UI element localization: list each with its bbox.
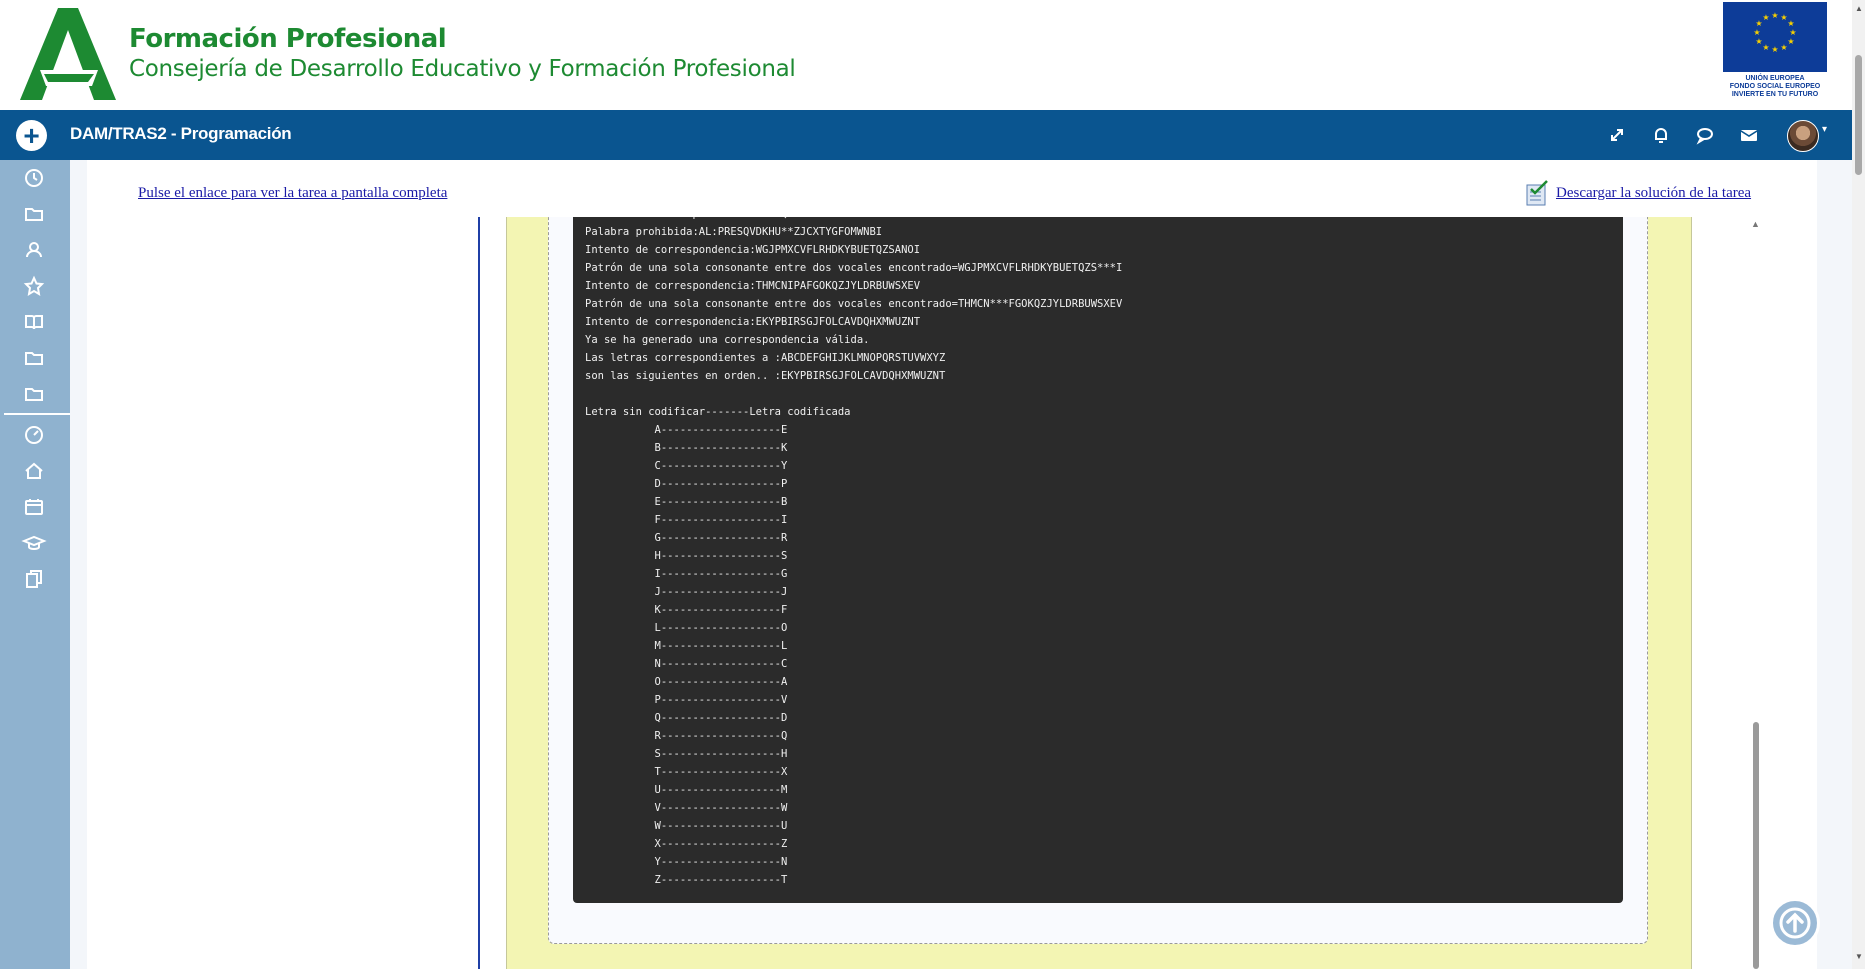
- home-icon[interactable]: [21, 458, 47, 484]
- org-subtitle: Consejería de Desarrollo Educativo y For…: [129, 56, 796, 82]
- course-title[interactable]: DAM/TRAS2 - Programación: [70, 124, 292, 144]
- console-text: Intento de correspondencia:PRESQVDKHUAZJ…: [585, 217, 1123, 886]
- full-screen-link[interactable]: Pulse el enlace para ver la tarea a pant…: [138, 185, 447, 202]
- top-navbar: + DAM/TRAS2 - Programación ▾: [0, 110, 1852, 160]
- add-button[interactable]: +: [16, 120, 47, 151]
- dashboard-icon[interactable]: [21, 422, 47, 448]
- sidebar-divider: [4, 413, 70, 415]
- frame-scrollbar[interactable]: ▲: [1749, 217, 1763, 969]
- sidebar: [0, 160, 70, 969]
- eu-flag-icon: ★ ★★ ★★★ ★★★ ★★★: [1723, 2, 1827, 72]
- task-frame: Intento de correspondencia:PRESQVDKHUAZJ…: [478, 217, 1767, 969]
- download-solution-link[interactable]: Descargar la solución de la tarea: [1556, 185, 1751, 202]
- clock-icon[interactable]: [21, 165, 47, 191]
- folder-icon[interactable]: [21, 201, 47, 227]
- svg-text:★: ★: [1753, 28, 1760, 37]
- site-header: Formación Profesional Consejería de Desa…: [0, 0, 1865, 110]
- scroll-up-icon[interactable]: ▲: [1855, 4, 1863, 13]
- back-to-top-button[interactable]: [1770, 898, 1820, 948]
- users-icon[interactable]: [21, 237, 47, 263]
- graduation-cap-icon[interactable]: [21, 530, 47, 556]
- scroll-up-icon[interactable]: ▲: [1751, 219, 1760, 229]
- arrow-up-circle-icon: [1779, 907, 1811, 939]
- book-icon[interactable]: [21, 309, 47, 335]
- svg-text:★: ★: [1762, 13, 1769, 22]
- scroll-down-icon[interactable]: ▼: [1855, 952, 1863, 961]
- frame-scrollbar-thumb[interactable]: [1753, 722, 1759, 969]
- eu-caption-line: INVIERTE EN TU FUTURO: [1731, 91, 1819, 98]
- checklist-icon[interactable]: [1525, 180, 1549, 207]
- frame-border: [478, 217, 480, 969]
- chat-icon[interactable]: [1692, 122, 1718, 148]
- eu-caption-line: FONDO SOCIAL EUROPEO: [1729, 83, 1821, 90]
- chevron-down-icon[interactable]: ▾: [1822, 124, 1827, 135]
- star-icon[interactable]: [21, 273, 47, 299]
- svg-text:★: ★: [1755, 37, 1762, 46]
- svg-text:★: ★: [1771, 45, 1778, 54]
- svg-text:★: ★: [1780, 43, 1787, 52]
- eu-caption: UNIÓN EUROPEA FONDO SOCIAL EUROPEO INVIE…: [1715, 75, 1835, 99]
- calendar-icon[interactable]: [21, 494, 47, 520]
- svg-text:★: ★: [1787, 19, 1794, 28]
- copy-icon[interactable]: [21, 566, 47, 592]
- eu-caption-line: UNIÓN EUROPEA: [1745, 75, 1805, 82]
- svg-text:★: ★: [1789, 28, 1796, 37]
- svg-text:★: ★: [1787, 37, 1794, 46]
- page-scrollbar[interactable]: ▲ ▼: [1852, 0, 1865, 969]
- svg-text:★: ★: [1771, 11, 1778, 20]
- console-output: Intento de correspondencia:PRESQVDKHUAZJ…: [573, 217, 1623, 903]
- svg-text:★: ★: [1762, 43, 1769, 52]
- expand-icon[interactable]: [1604, 122, 1630, 148]
- mail-icon[interactable]: [1736, 122, 1762, 148]
- folder-icon[interactable]: [21, 381, 47, 407]
- junta-andalucia-logo: [20, 8, 116, 100]
- org-title: Formación Profesional: [129, 24, 447, 54]
- avatar[interactable]: [1787, 120, 1819, 152]
- page-scrollbar-thumb[interactable]: [1855, 55, 1862, 175]
- bell-icon[interactable]: [1648, 122, 1674, 148]
- folder-icon[interactable]: [21, 345, 47, 371]
